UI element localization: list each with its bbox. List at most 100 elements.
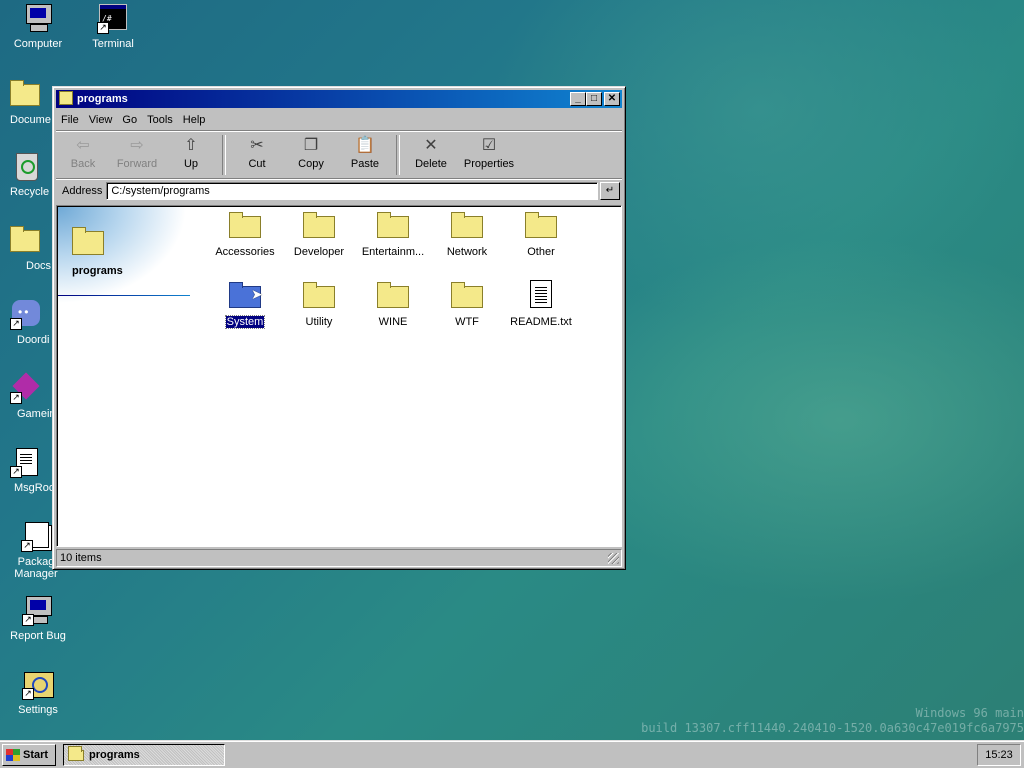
toolbar-separator <box>222 135 226 175</box>
file-item-developer[interactable]: Developer <box>282 210 356 258</box>
folder-icon <box>525 210 557 238</box>
folder-icon: ➤ <box>229 280 263 308</box>
forward-arrow-icon: ⇨ <box>130 137 144 154</box>
file-name: Utility <box>305 316 333 328</box>
file-item-system[interactable]: ➤ System <box>208 280 282 329</box>
file-item-wtf[interactable]: WTF <box>430 280 504 328</box>
desktop-icon-label: Report Bug <box>10 630 66 642</box>
package-manager-icon: ↗ <box>21 520 53 552</box>
folder-icon <box>451 210 483 238</box>
address-input[interactable]: C:/system/programs <box>106 182 598 200</box>
folder-icon <box>72 225 106 255</box>
back-button[interactable]: ⇦ Back <box>56 132 110 176</box>
file-name: Other <box>527 246 555 258</box>
delete-button[interactable]: ✕ Delete <box>404 132 458 176</box>
file-item-utility[interactable]: Utility <box>282 280 356 328</box>
desktop-icon-recycle-bin[interactable]: Recycle <box>0 150 52 198</box>
folder-icon <box>10 224 42 256</box>
file-name: Entertainm... <box>361 246 425 258</box>
watermark-line-1: Windows 96 main <box>915 706 1024 720</box>
desktop-icon-docs[interactable]: Docs <box>0 224 52 272</box>
windows-logo-icon <box>6 749 20 761</box>
folder-icon <box>59 90 73 105</box>
scissors-icon: ✂ <box>250 137 264 154</box>
properties-button[interactable]: ☑ Properties <box>458 132 520 176</box>
up-label: Up <box>183 158 199 170</box>
file-item-entertainment[interactable]: Entertainm... <box>356 210 430 258</box>
desktop-icon-label: Docume <box>10 114 51 126</box>
file-item-network[interactable]: Network <box>430 210 504 258</box>
side-panel-divider <box>58 295 190 296</box>
paste-button[interactable]: 📋 Paste <box>338 132 392 176</box>
folder-icon <box>68 746 84 761</box>
text-file-icon <box>525 280 557 308</box>
file-view[interactable]: programs Accessories Developer Entertain… <box>56 205 622 547</box>
desktop-icon-discord[interactable]: ↗ Doordi <box>0 298 52 346</box>
toolbar-separator <box>396 135 400 175</box>
cut-button[interactable]: ✂ Cut <box>230 132 284 176</box>
menu-help[interactable]: Help <box>178 114 211 126</box>
recycle-bin-icon <box>10 150 42 182</box>
cut-label: Cut <box>248 158 266 170</box>
build-watermark: Windows 96 main build 13307.cff11440.240… <box>641 706 1024 736</box>
paste-icon: 📋 <box>355 137 375 154</box>
up-button[interactable]: ⇧ Up <box>164 132 218 176</box>
start-label: Start <box>23 749 49 761</box>
desktop-icon-label: Recycle <box>10 186 50 198</box>
system-tray-clock[interactable]: 15:23 <box>977 744 1021 766</box>
forward-label: Forward <box>116 158 158 170</box>
maximize-button[interactable]: □ <box>586 92 602 106</box>
desktop-icon-label: Docs <box>26 260 52 272</box>
title-bar[interactable]: programs _ □ ✕ <box>56 90 622 108</box>
address-bar: Address C:/system/programs ↵ <box>56 179 622 202</box>
forward-button[interactable]: ⇨ Forward <box>110 132 164 176</box>
status-bar: 10 items <box>56 549 622 567</box>
watermark-line-2: build 13307.cff11440.240410-1520.0a630c4… <box>641 721 1024 735</box>
folder-icon <box>377 210 409 238</box>
desktop-icon-terminal[interactable]: /# ↗ Terminal <box>76 2 150 50</box>
file-name: Developer <box>293 246 345 258</box>
desktop-icon-label: Computer <box>13 38 63 50</box>
documents-folder-icon <box>10 78 42 110</box>
toolbar: ⇦ Back ⇨ Forward ⇧ Up ✂ Cut ❐ Copy 📋 Pas… <box>56 131 622 179</box>
taskbar: Start programs 15:23 <box>0 740 1024 768</box>
window-title: programs <box>77 93 128 105</box>
properties-icon: ☑ <box>481 137 497 154</box>
address-label: Address <box>62 185 103 197</box>
menu-go[interactable]: Go <box>117 114 142 126</box>
start-button[interactable]: Start <box>2 744 56 766</box>
menu-view[interactable]: View <box>84 114 118 126</box>
explorer-window: programs _ □ ✕ File View Go Tools Help ⇦… <box>52 86 626 570</box>
message-icon: ↗ <box>10 446 42 478</box>
address-go-button[interactable]: ↵ <box>600 182 620 200</box>
folder-icon <box>303 210 335 238</box>
desktop-icon-label: Doordi <box>17 334 50 346</box>
close-button[interactable]: ✕ <box>604 92 620 106</box>
minimize-button[interactable]: _ <box>570 92 586 106</box>
file-item-accessories[interactable]: Accessories <box>208 210 282 258</box>
desktop-icon-game[interactable]: ↗ Gamein <box>0 372 52 420</box>
desktop-icon-computer[interactable]: Computer <box>1 2 75 50</box>
copy-button[interactable]: ❐ Copy <box>284 132 338 176</box>
file-item-readme[interactable]: README.txt <box>504 280 578 328</box>
menu-tools[interactable]: Tools <box>142 114 178 126</box>
desktop-icon-label: Settings <box>18 704 58 716</box>
desktop-icon-documents[interactable]: Docume <box>0 78 52 126</box>
desktop-icon-settings[interactable]: ↗ Settings <box>1 668 75 716</box>
desktop-icon-msgroom[interactable]: ↗ MsgRoo <box>0 446 52 494</box>
delete-x-icon: ✕ <box>424 137 438 154</box>
file-item-other[interactable]: Other <box>504 210 578 258</box>
menu-file[interactable]: File <box>56 114 84 126</box>
side-panel-title: programs <box>72 265 123 277</box>
settings-icon: ↗ <box>22 668 54 700</box>
file-name: Network <box>446 246 488 258</box>
menu-bar: File View Go Tools Help <box>56 110 622 131</box>
taskbar-button-programs[interactable]: programs <box>63 744 225 766</box>
folder-icon <box>377 280 409 308</box>
file-item-wine[interactable]: WINE <box>356 280 430 328</box>
resize-grip-icon[interactable] <box>608 553 619 564</box>
file-name: WTF <box>455 316 479 328</box>
desktop-icon-report-bug[interactable]: ↗ Report Bug <box>1 594 75 642</box>
back-label: Back <box>70 158 96 170</box>
desktop-icon-label: MsgRoo <box>14 482 52 494</box>
